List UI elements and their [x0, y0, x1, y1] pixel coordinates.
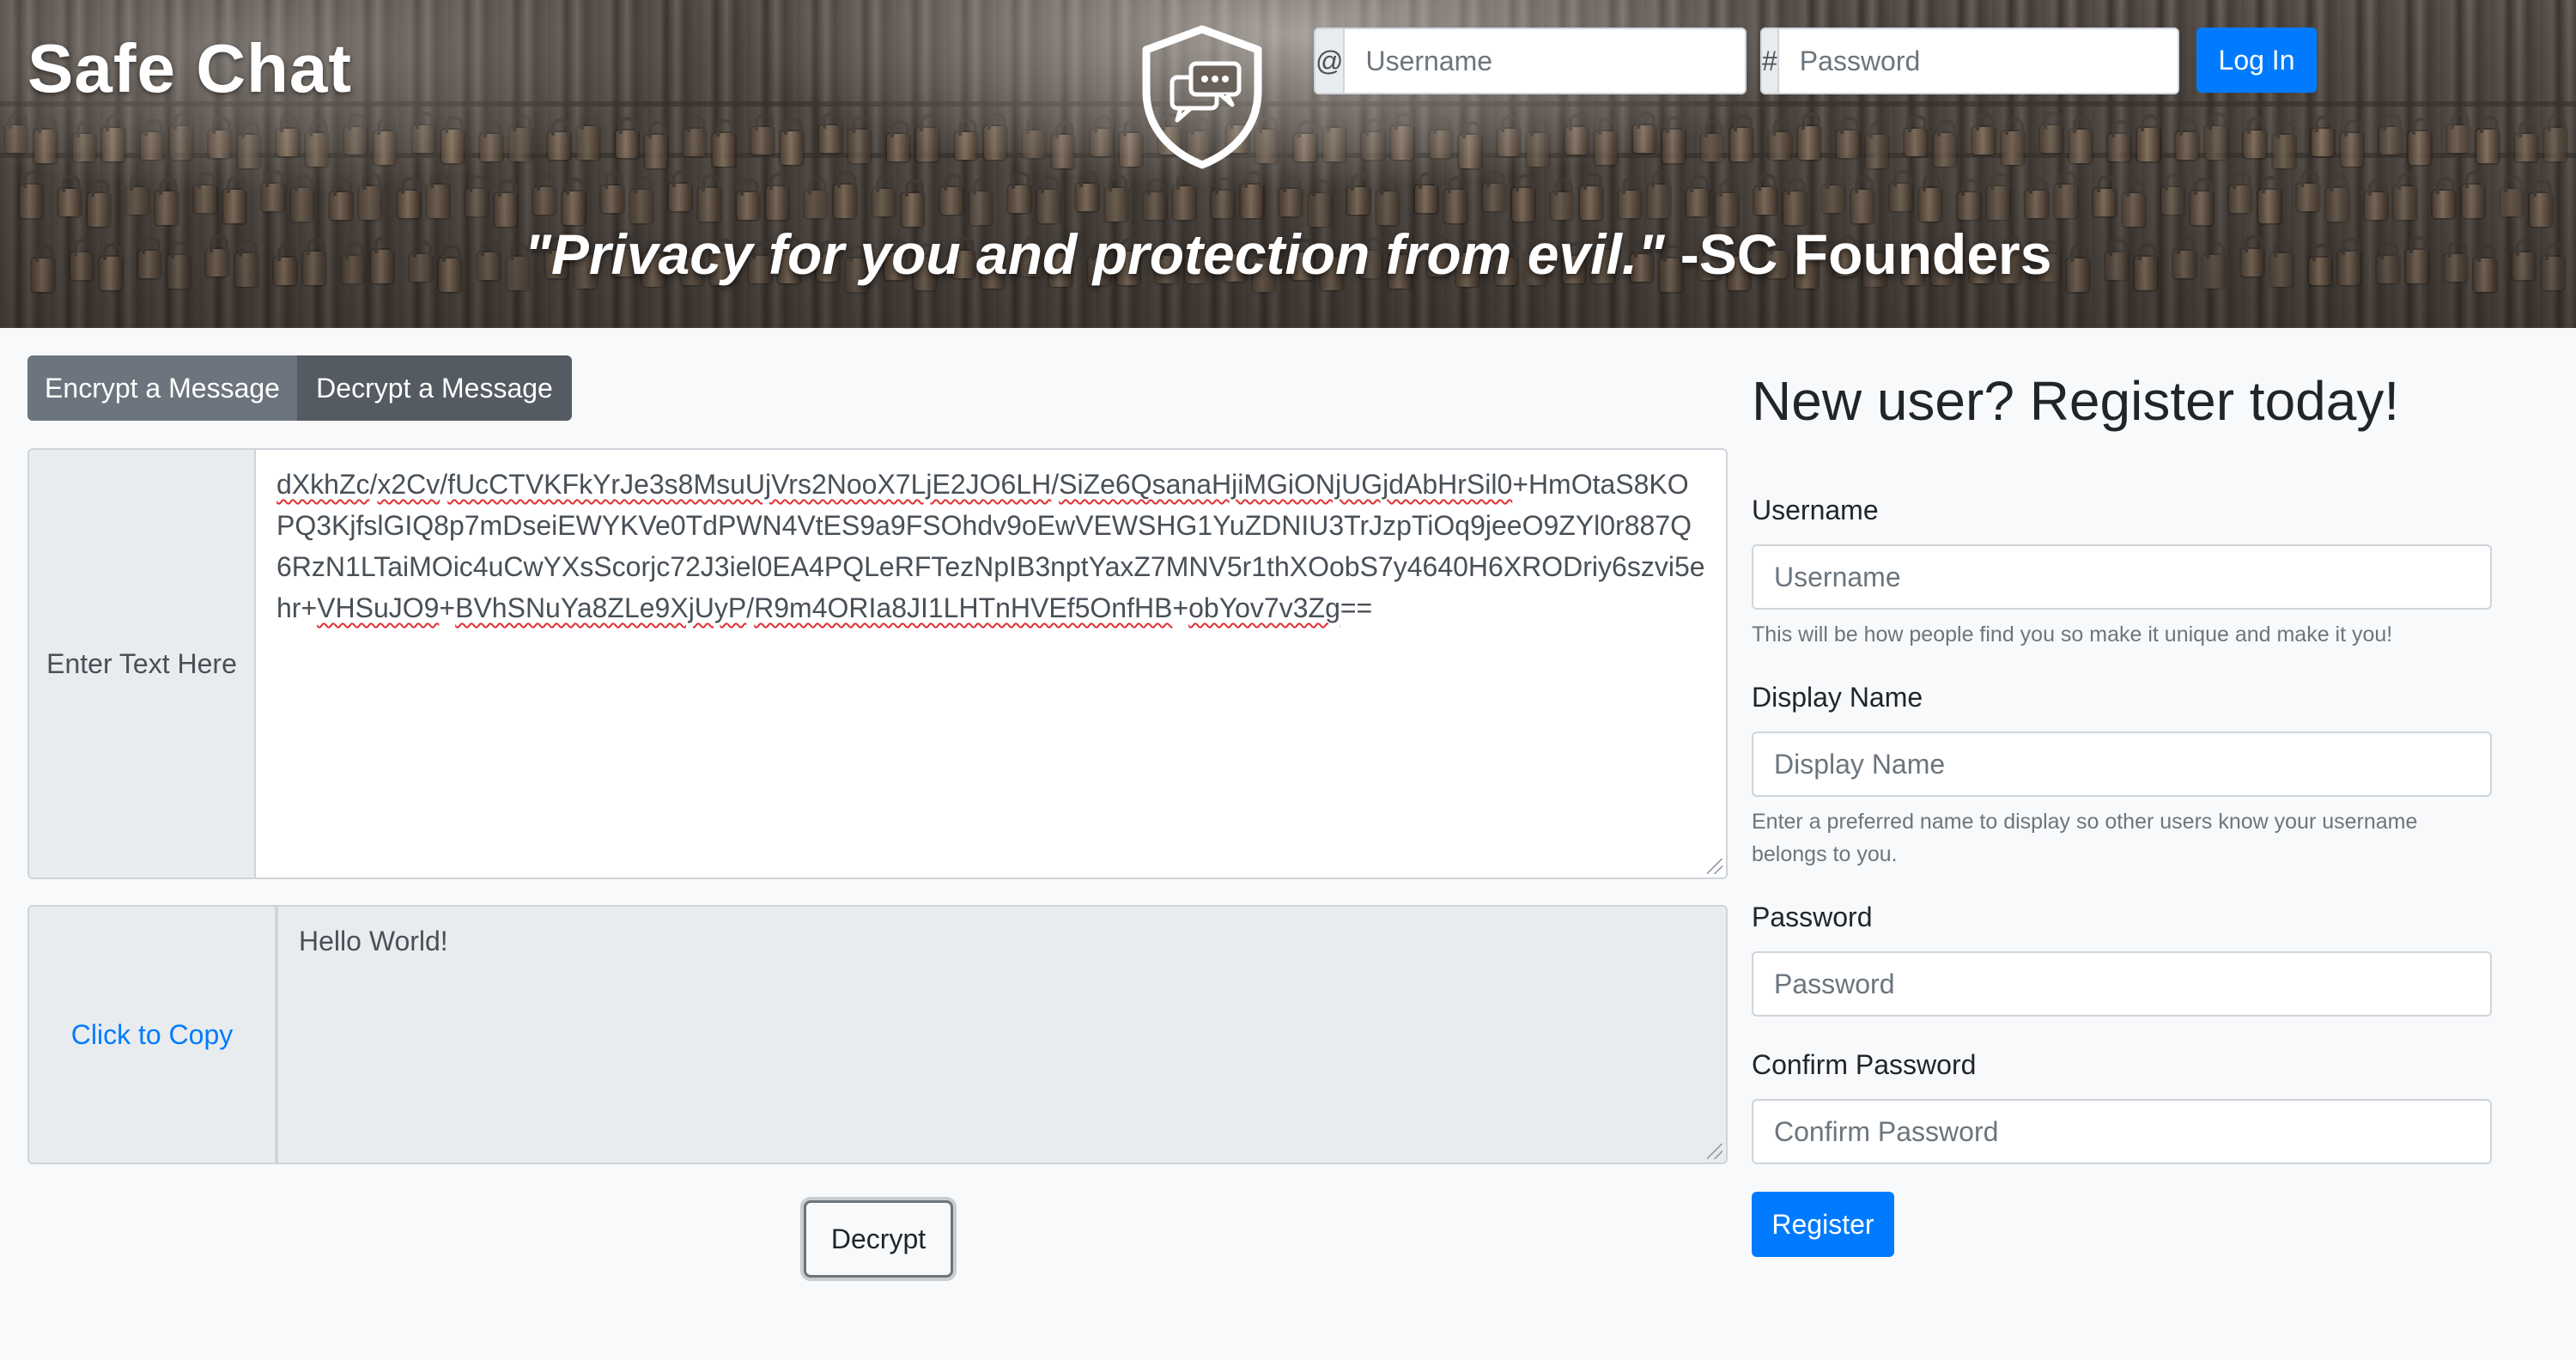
plaintext-output[interactable]: Hello World! — [276, 907, 1726, 1163]
register-password-input[interactable] — [1752, 951, 2492, 1017]
brand-title: Safe Chat — [27, 30, 352, 106]
misspelled-token: R9m4ORIa8JI1LHTnHVEf5OnfHB — [754, 592, 1173, 623]
misspelled-token: obYov7v3Zg — [1188, 592, 1340, 623]
register-username-input[interactable] — [1752, 544, 2492, 610]
misspelled-token: x2Cv — [377, 469, 440, 500]
misspelled-token: VHSuJO9 — [317, 592, 440, 623]
display-name-input[interactable] — [1752, 732, 2492, 797]
input-label: Enter Text Here — [29, 450, 256, 877]
quote-author: -SC Founders — [1664, 222, 2052, 286]
ciphertext-input[interactable]: dXkhZc/x2Cv/fUcCTVKFkYrJe3s8MsuUjVrs2Noo… — [256, 450, 1726, 877]
copy-link[interactable]: Click to Copy — [71, 1019, 234, 1051]
banner-quote: "Privacy for you and protection from evi… — [0, 222, 2576, 287]
decrypt-button[interactable]: Decrypt — [804, 1200, 953, 1278]
ciphertext-token: / — [746, 592, 755, 623]
at-sign-addon: @ — [1315, 29, 1346, 93]
ciphertext-token: == — [1340, 592, 1373, 623]
input-text-group: Enter Text Here dXkhZc/x2Cv/fUcCTVKFkYrJ… — [27, 448, 1728, 879]
hash-addon: # — [1762, 29, 1779, 93]
register-button[interactable]: Register — [1752, 1192, 1894, 1257]
ciphertext-token: + — [1172, 592, 1189, 623]
username-help-text: This will be how people find you so make… — [1752, 622, 2393, 647]
tab-decrypt-message[interactable]: Decrypt a Message — [297, 355, 572, 421]
display-name-label: Display Name — [1752, 682, 1923, 713]
ciphertext-token: / — [440, 469, 448, 500]
ciphertext-token: / — [1051, 469, 1060, 500]
ciphertext-token: + — [439, 592, 456, 623]
login-button[interactable]: Log In — [2196, 27, 2317, 93]
tab-encrypt-message[interactable]: Encrypt a Message — [27, 355, 297, 421]
misspelled-token: SiZe6QsanaHjiMGiONjUGjdAbHrSil0 — [1059, 469, 1513, 500]
confirm-password-input[interactable] — [1752, 1099, 2492, 1164]
shield-chat-icon — [1142, 25, 1262, 169]
output-text-group: Click to Copy Hello World! — [27, 905, 1728, 1164]
quote-text: "Privacy for you and protection from evi… — [524, 222, 1665, 286]
login-password-group: # — [1760, 27, 2179, 94]
username-label: Username — [1752, 495, 1879, 525]
confirm-password-label: Confirm Password — [1752, 1049, 1977, 1080]
resize-handle-icon[interactable] — [1707, 859, 1722, 874]
resize-handle-icon[interactable] — [1707, 1144, 1722, 1159]
misspelled-token: dXkhZc — [276, 469, 370, 500]
login-username-group: @ — [1314, 27, 1747, 94]
register-title: New user? Register today! — [1752, 370, 2400, 432]
login-password-input[interactable] — [1778, 29, 2178, 93]
misspelled-token: BVhSNuYa8ZLe9XjUyP — [455, 592, 747, 623]
misspelled-token: fUcCTVKFkYrJe3s8MsuUjVrs2NooX7LjE2JO6LH — [447, 469, 1052, 500]
click-to-copy-label[interactable]: Click to Copy — [29, 907, 276, 1163]
password-label: Password — [1752, 902, 1873, 932]
login-username-input[interactable] — [1345, 29, 1745, 93]
display-name-help-text: Enter a preferred name to display so oth… — [1752, 810, 2418, 866]
header-banner: Safe Chat "Privacy for you and protectio… — [0, 0, 2576, 328]
